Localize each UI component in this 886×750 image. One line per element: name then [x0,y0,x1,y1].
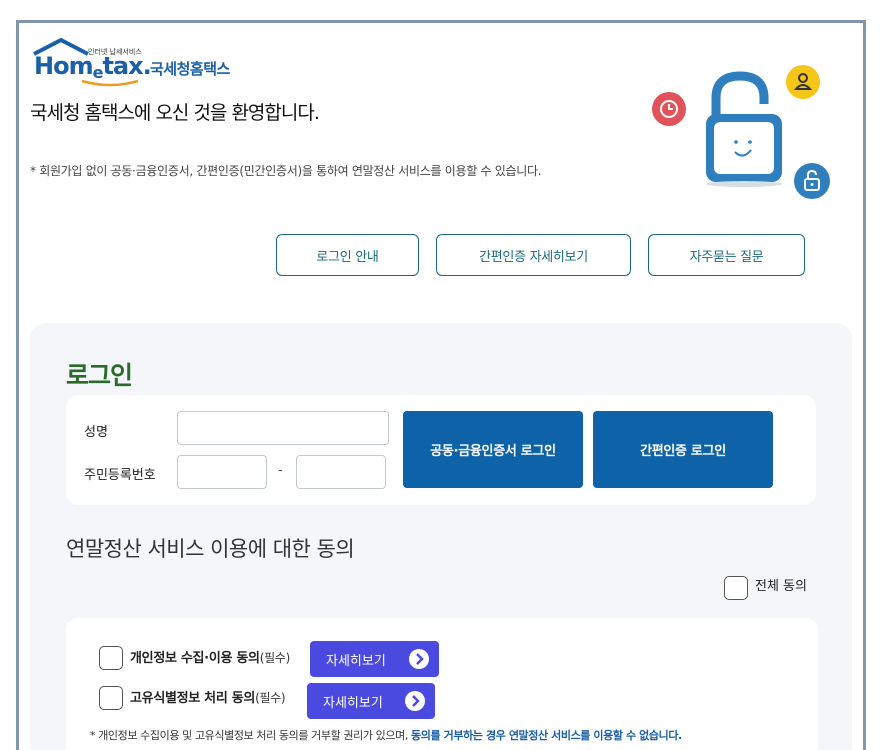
chevron-right-icon [409,649,429,669]
rrn-separator: - [278,463,283,478]
clock-icon [652,92,686,126]
chevron-right-icon [405,691,425,711]
welcome-heading: 국세청 홈택스에 오신 것을 환영합니다. [30,102,320,124]
agree-all-label[interactable]: 전체 동의 [755,575,807,594]
login-title: 로그인 [66,361,133,390]
unique-id-consent-checkbox[interactable] [99,686,123,710]
privacy-consent-checkbox[interactable] [99,646,123,670]
unique-id-detail-button[interactable]: 자세히보기 [307,683,435,719]
service-notice: * 회원가입 없이 공동·금융인증서, 간편인증(민간인증서)을 통하여 연말정… [30,164,542,178]
privacy-detail-label: 자세히보기 [326,653,386,669]
user-icon [786,65,820,99]
consent-footnote: * 개인정보 수집이용 및 고유식별정보 처리 동의를 거부할 권리가 있으며,… [90,729,682,742]
agree-all-checkbox[interactable] [724,576,748,600]
name-label: 성명 [84,425,108,440]
rrn-back-input[interactable] [296,455,386,489]
hometax-logo[interactable]: 인터넷 납세서비스 Hometax. 국세청홈택스 [30,38,260,88]
faq-button[interactable]: 자주묻는 질문 [648,234,805,276]
logo-korean-name: 국세청홈택스 [150,60,230,78]
cert-login-button[interactable]: 공동·금융인증서 로그인 [403,411,583,488]
unique-id-consent-label[interactable]: 고유식별정보 처리 동의(필수) [130,687,286,706]
consent-title: 연말정산 서비스 이용에 대한 동의 [66,537,355,561]
login-guide-button[interactable]: 로그인 안내 [276,234,419,276]
name-input[interactable] [177,411,389,445]
simple-auth-login-button[interactable]: 간편인증 로그인 [593,411,773,488]
privacy-detail-button[interactable]: 자세히보기 [310,641,439,677]
unique-id-detail-label: 자세히보기 [323,695,383,711]
unlock-icon [794,163,830,199]
logo-swoosh [81,79,139,87]
rrn-label: 주민등록번호 [84,468,156,483]
padlock-icon [706,71,782,187]
privacy-consent-label[interactable]: 개인정보 수집·이용 동의(필수) [130,647,290,666]
simple-auth-detail-button[interactable]: 간편인증 자세히보기 [436,234,631,276]
hero-illustration [650,60,840,205]
logo-brand: Hometax. [34,52,152,82]
rrn-front-input[interactable] [177,455,267,489]
